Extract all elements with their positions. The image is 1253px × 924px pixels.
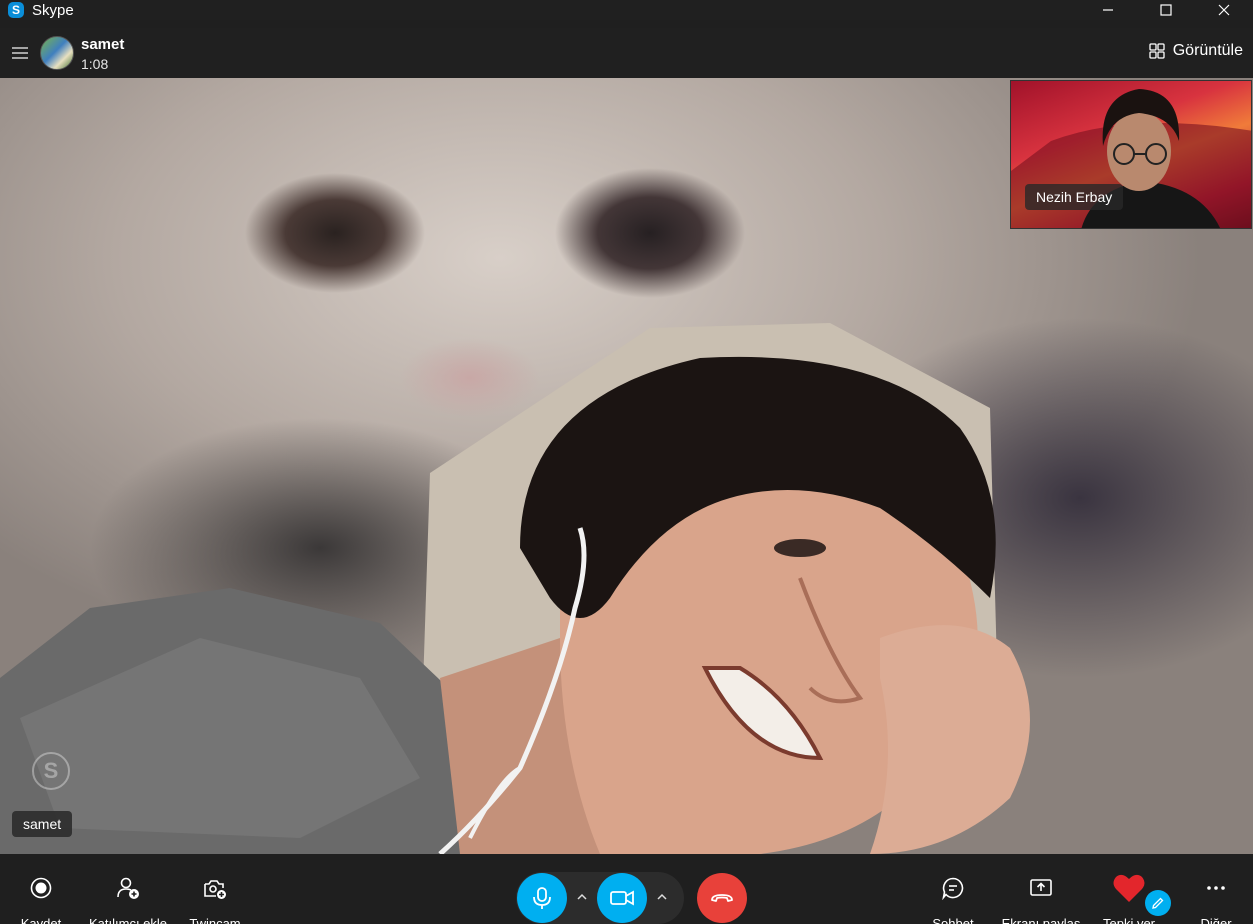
record-label: Kaydet xyxy=(20,916,62,924)
more-options-button[interactable]: Diğer xyxy=(1171,876,1253,924)
twincam-label: Twincam xyxy=(189,916,241,924)
chat-label: Sohbet xyxy=(932,916,974,924)
call-header: samet 1:08 Görüntüle xyxy=(0,28,1253,78)
contact-avatar[interactable] xyxy=(40,36,74,70)
self-view-video[interactable]: Nezih Erbay xyxy=(1010,80,1252,229)
video-camera-icon xyxy=(610,890,634,906)
share-screen-button[interactable]: Ekranı paylaş xyxy=(996,876,1086,924)
skype-watermark-icon: S xyxy=(32,752,70,790)
add-participant-icon xyxy=(117,877,139,899)
react-label: Tepki ver xyxy=(1102,916,1156,924)
microphone-options-chevron-icon[interactable] xyxy=(575,890,589,904)
skype-logo-icon: S xyxy=(8,2,24,18)
share-screen-label: Ekranı paylaş xyxy=(1001,916,1081,924)
more-icon xyxy=(1207,886,1225,890)
record-icon xyxy=(30,877,52,899)
end-call-button[interactable] xyxy=(697,873,747,923)
view-layout-label: Görüntüle xyxy=(1172,42,1243,59)
video-options-chevron-icon[interactable] xyxy=(655,890,669,904)
contact-name[interactable]: samet xyxy=(81,36,124,53)
edit-reaction-button[interactable] xyxy=(1145,890,1171,916)
view-layout-button[interactable]: Görüntüle xyxy=(1149,42,1243,60)
twincam-icon xyxy=(204,880,226,899)
grid-icon xyxy=(1149,43,1165,59)
call-control-bar: Kaydet Katılımcı ekle Twincam Sohbet Ekr… xyxy=(0,854,1253,924)
microphone-button[interactable] xyxy=(517,873,567,923)
video-button[interactable] xyxy=(597,873,647,923)
chat-icon xyxy=(942,877,964,900)
pencil-icon xyxy=(1152,897,1164,909)
minimize-button[interactable] xyxy=(1079,0,1137,20)
close-button[interactable] xyxy=(1195,0,1253,20)
close-icon xyxy=(1218,4,1230,16)
maximize-button[interactable] xyxy=(1137,0,1195,20)
maximize-icon xyxy=(1160,4,1172,16)
self-participant-name: Nezih Erbay xyxy=(1025,184,1124,210)
remote-participant-name: samet xyxy=(12,811,73,837)
microphone-icon xyxy=(533,887,551,909)
add-participant-label: Katılımcı ekle xyxy=(88,916,168,924)
add-participant-button[interactable]: Katılımcı ekle xyxy=(83,876,173,924)
window-controls xyxy=(1079,0,1253,20)
app-title: Skype xyxy=(32,1,74,19)
hamburger-menu-icon[interactable] xyxy=(10,44,30,62)
heart-icon[interactable] xyxy=(1112,872,1146,904)
twincam-button[interactable]: Twincam xyxy=(170,876,260,924)
record-button[interactable]: Kaydet xyxy=(0,876,86,924)
end-call-icon xyxy=(711,894,733,902)
title-bar: S Skype xyxy=(0,0,1253,20)
audio-video-controls xyxy=(516,872,684,924)
minimize-icon xyxy=(1103,9,1113,11)
call-duration: 1:08 xyxy=(81,56,109,72)
chat-button[interactable]: Sohbet xyxy=(908,876,998,924)
more-options-label: Diğer xyxy=(1200,916,1232,924)
share-screen-icon xyxy=(1030,879,1052,896)
